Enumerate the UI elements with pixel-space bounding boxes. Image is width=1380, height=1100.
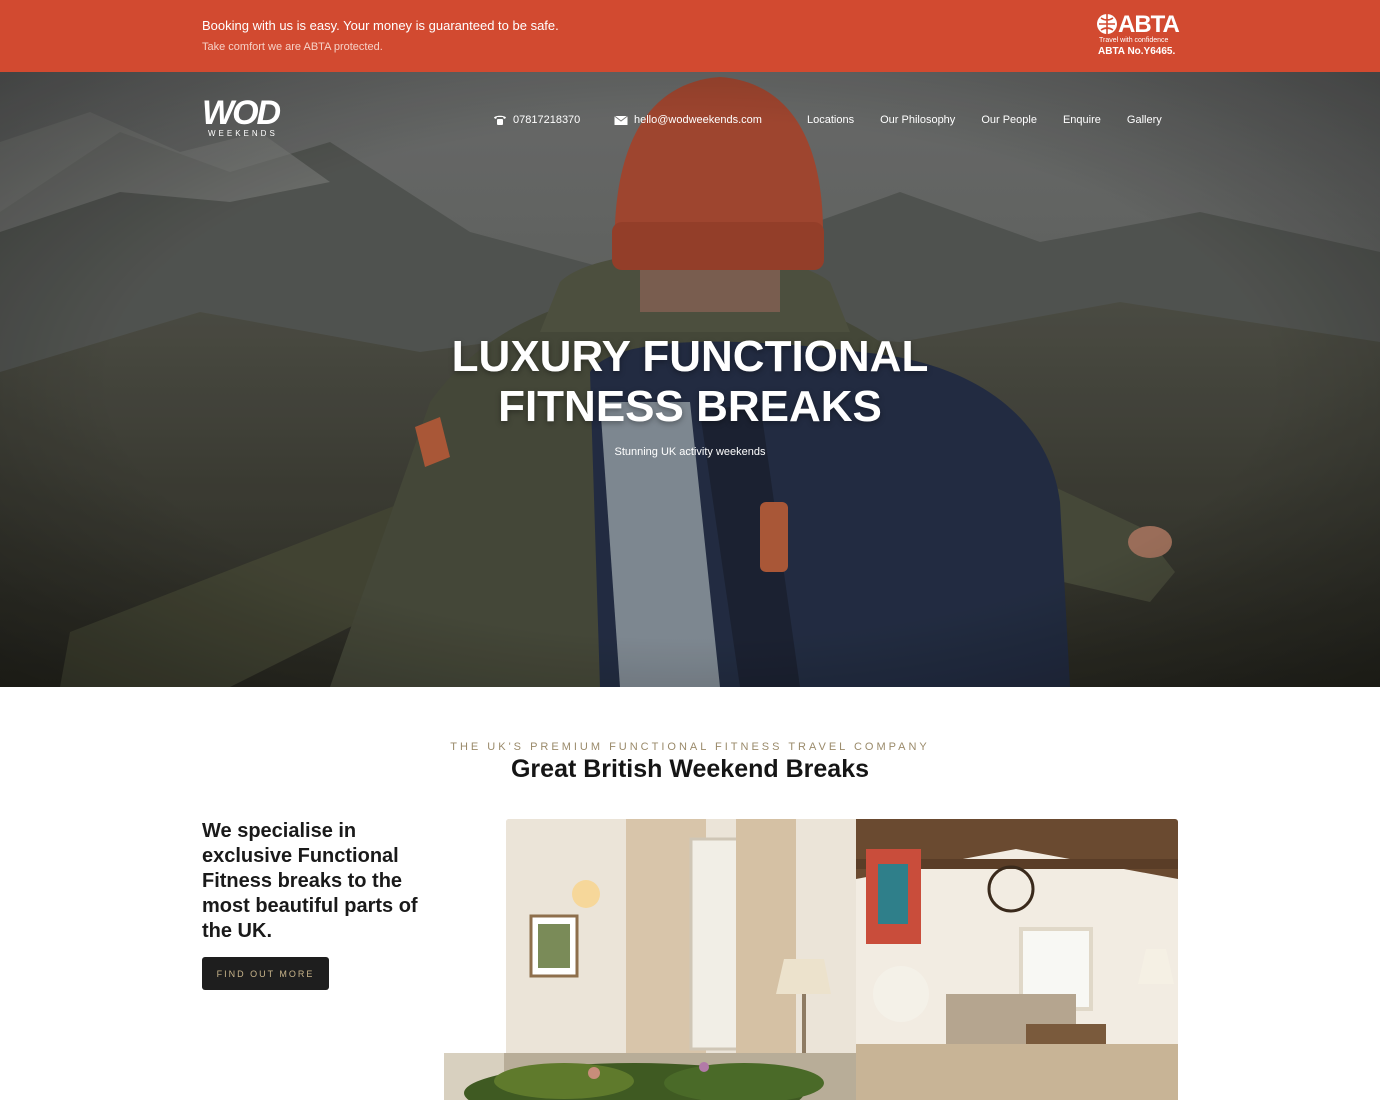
abta-logo[interactable]: ABTA Travel with confidence ABTA No.Y646… bbox=[1096, 12, 1186, 60]
email-address: hello@wodweekends.com bbox=[634, 114, 762, 126]
section-heading: Great British Weekend Breaks bbox=[510, 755, 870, 783]
abta-brand: ABTA bbox=[1118, 11, 1180, 38]
nav-our-people[interactable]: Our People bbox=[981, 114, 1037, 126]
main-navigation: Locations Our Philosophy Our People Enqu… bbox=[807, 114, 1162, 126]
abta-tagline: Travel with confidence bbox=[1099, 37, 1169, 44]
logo-wordmark: WOD bbox=[202, 94, 281, 132]
find-out-more-button[interactable]: FIND OUT MORE bbox=[202, 957, 329, 990]
nav-our-philosophy[interactable]: Our Philosophy bbox=[880, 114, 955, 126]
nav-locations[interactable]: Locations bbox=[807, 114, 854, 126]
nav-gallery[interactable]: Gallery bbox=[1127, 114, 1162, 126]
abta-number: ABTA No.Y6465. bbox=[1098, 46, 1176, 57]
email-link[interactable]: hello@wodweekends.com bbox=[614, 114, 762, 126]
logo-subtitle: WEEKENDS bbox=[208, 129, 278, 138]
banner-submessage: Take comfort we are ABTA protected. bbox=[202, 41, 383, 53]
hero-title: LUXURY FUNCTIONAL FITNESS BREAKS bbox=[390, 332, 990, 432]
hero-subtitle: Stunning UK activity weekends bbox=[614, 446, 766, 458]
phone-number: 07817218370 bbox=[513, 114, 581, 126]
wod-weekends-logo[interactable]: WOD WEEKENDS bbox=[202, 96, 292, 140]
globe-icon bbox=[1097, 14, 1117, 34]
abta-banner: Booking with us is easy. Your money is g… bbox=[0, 0, 1380, 72]
section-eyebrow: THE UK'S PREMIUM FUNCTIONAL FITNESS TRAV… bbox=[450, 741, 930, 753]
envelope-icon bbox=[614, 115, 628, 125]
phone-icon bbox=[494, 115, 506, 125]
phone-link[interactable]: 07817218370 bbox=[493, 114, 580, 126]
hero-title-line2: FITNESS BREAKS bbox=[498, 382, 882, 431]
banner-message: Booking with us is easy. Your money is g… bbox=[202, 18, 559, 33]
hero-section: WOD WEEKENDS 07817218370 hello@wodweeken… bbox=[0, 72, 1380, 687]
intro-lead-text: We specialise in exclusive Functional Fi… bbox=[202, 820, 418, 942]
nav-enquire[interactable]: Enquire bbox=[1063, 114, 1101, 126]
garden-photo bbox=[444, 1053, 856, 1100]
hero-title-line1: LUXURY FUNCTIONAL bbox=[451, 332, 929, 381]
